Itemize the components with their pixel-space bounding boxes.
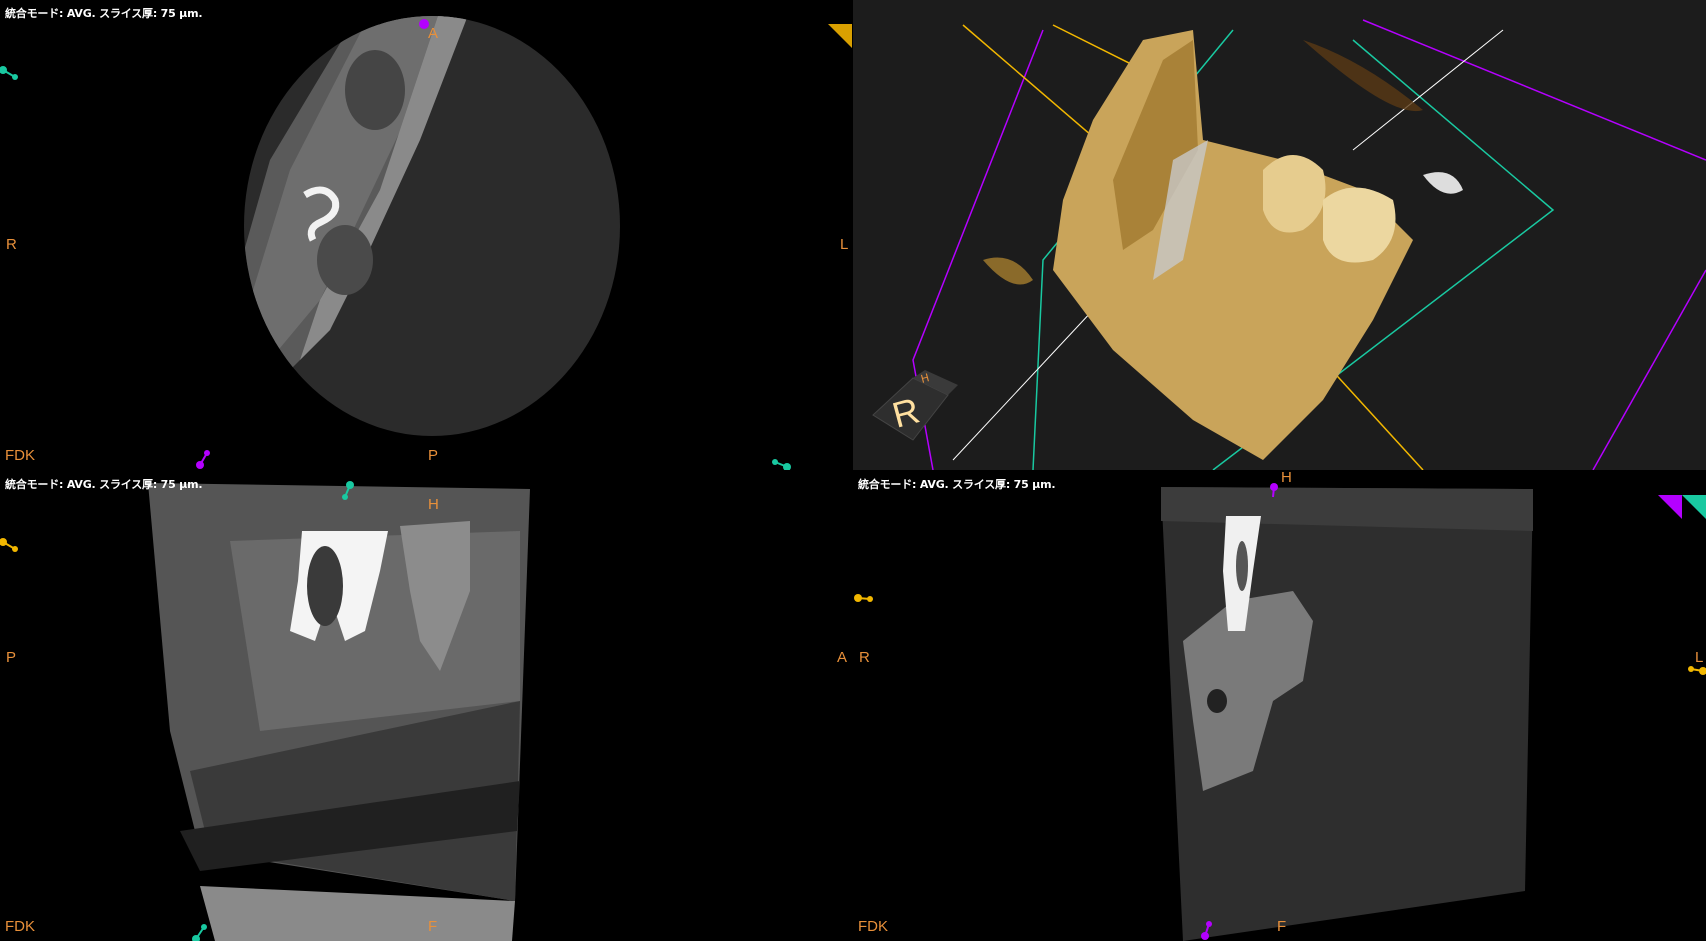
recon-label: FDK	[858, 918, 888, 935]
orientation-left: R	[859, 649, 870, 666]
orientation-right: A	[837, 649, 848, 666]
axial-view[interactable]: 統合モード: AVG. スライス厚: 75 µm. A P R L FDK	[0, 0, 852, 470]
recon-label: FDK	[5, 447, 35, 464]
orientation-bottom: F	[1277, 918, 1287, 935]
mode-info: 統合モード: AVG. スライス厚: 75 µm.	[5, 7, 203, 20]
orientation-left: P	[6, 649, 17, 666]
orientation-top: H	[1281, 471, 1292, 486]
orientation-right: L	[840, 236, 849, 253]
mode-info: 統合モード: AVG. スライス厚: 75 µm.	[5, 478, 203, 491]
sagittal-view[interactable]: 統合モード: AVG. スライス厚: 75 µm. H F P A FDK	[0, 471, 852, 941]
recon-label: FDK	[5, 918, 35, 935]
volume-render	[872, 19, 1706, 470]
orientation-bottom: F	[428, 918, 438, 935]
orientation-left: R	[6, 236, 17, 253]
orientation-right: L	[1695, 649, 1704, 666]
coronal-image	[1161, 487, 1533, 941]
orientation-top: A	[428, 25, 439, 42]
coronal-view[interactable]: 統合モード: AVG. スライス厚: 75 µm. H F R L FDK	[853, 471, 1706, 941]
orientation-bottom: P	[428, 447, 439, 464]
axial-image	[244, 16, 620, 436]
volume-3d-view[interactable]: R H	[853, 0, 1706, 470]
mode-info: 統合モード: AVG. スライス厚: 75 µm.	[858, 478, 1056, 491]
orientation-top: H	[428, 496, 439, 513]
sagittal-image	[148, 483, 530, 941]
